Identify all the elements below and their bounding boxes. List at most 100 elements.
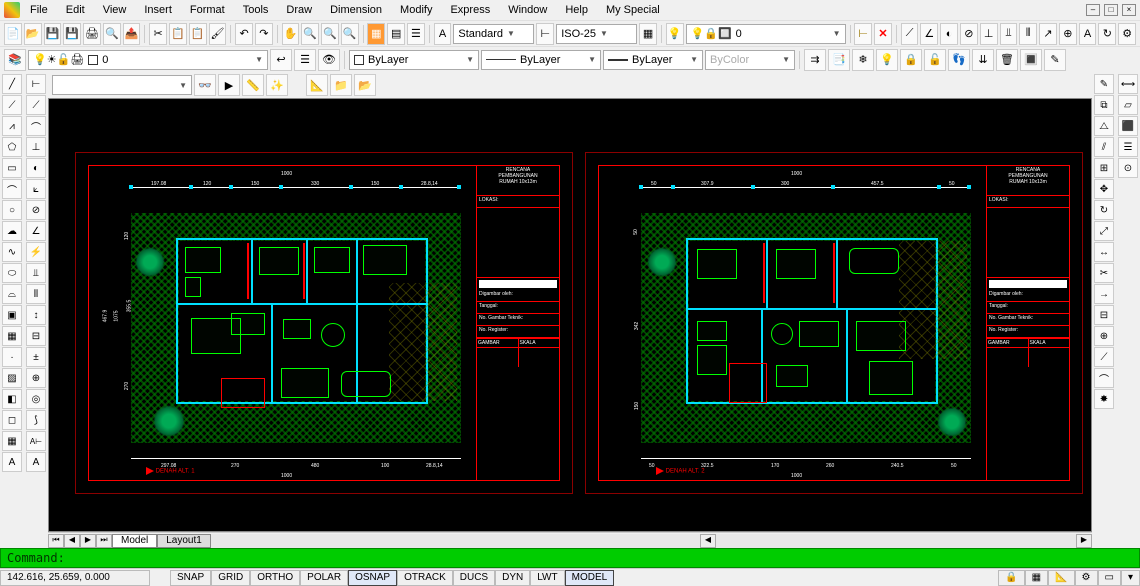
- chevron-down-icon[interactable]: ▼: [255, 55, 263, 64]
- dim-center-button[interactable]: ⊕: [1059, 23, 1077, 45]
- dim-lin-v-button[interactable]: ⊢: [26, 74, 46, 94]
- dim-tedit-v-button[interactable]: A: [26, 452, 46, 472]
- copy-obj-button[interactable]: ⧉: [1094, 95, 1114, 115]
- menu-dimension[interactable]: Dimension: [322, 2, 390, 18]
- layer-manager-button[interactable]: 📚: [4, 49, 26, 71]
- chevron-down-icon[interactable]: ▼: [833, 29, 841, 38]
- status-tray-menu[interactable]: ▾: [1121, 570, 1140, 586]
- mirror-button[interactable]: ⧍: [1094, 116, 1114, 136]
- saveall-button[interactable]: 💾: [63, 23, 81, 45]
- xref-button[interactable]: ▤: [387, 23, 405, 45]
- offset-button[interactable]: ⫽: [1094, 137, 1114, 157]
- dim-space-v-button[interactable]: ↕: [26, 305, 46, 325]
- dyn-toggle[interactable]: DYN: [495, 570, 530, 586]
- rotate-button[interactable]: ↻: [1094, 200, 1114, 220]
- menu-modify[interactable]: Modify: [392, 2, 440, 18]
- table-style-button[interactable]: ▦: [639, 23, 657, 45]
- undo-button[interactable]: ↶: [235, 23, 253, 45]
- mtext-button[interactable]: A: [2, 452, 22, 472]
- break-button[interactable]: ⊟: [1094, 305, 1114, 325]
- menu-help[interactable]: Help: [557, 2, 596, 18]
- move-button[interactable]: ✥: [1094, 179, 1114, 199]
- dimstyle-icon[interactable]: ⊢: [536, 23, 554, 45]
- textstyle-icon[interactable]: A: [434, 23, 452, 45]
- dim-angular-button[interactable]: ∠: [920, 23, 938, 45]
- jogged-lin-v-button[interactable]: ⟆: [26, 410, 46, 430]
- tab-model[interactable]: Model: [112, 534, 157, 548]
- tab-first-button[interactable]: ⏮: [48, 534, 64, 548]
- dim-qck-v-button[interactable]: ⚡: [26, 242, 46, 262]
- ellipse-arc-button[interactable]: ⌓: [2, 284, 22, 304]
- table-button[interactable]: ▦: [2, 431, 22, 451]
- dim-ang-v-button[interactable]: ∠: [26, 221, 46, 241]
- chevron-down-icon[interactable]: ▼: [690, 55, 698, 64]
- menu-tools[interactable]: Tools: [235, 2, 277, 18]
- dim-jog-v-button[interactable]: ⟀: [26, 179, 46, 199]
- otrack-toggle[interactable]: OTRACK: [397, 570, 453, 586]
- zoom-prev-button[interactable]: 🔍: [341, 23, 359, 45]
- close-button[interactable]: ×: [1122, 4, 1136, 16]
- highlight-icon[interactable]: ✨: [266, 74, 288, 96]
- dim-continue-button[interactable]: ⫴: [1019, 23, 1037, 45]
- redo-button[interactable]: ↷: [255, 23, 273, 45]
- status-tray-2[interactable]: ▦: [1025, 570, 1048, 586]
- layerstate-combo[interactable]: 💡🔒🔲 0▼: [686, 24, 846, 44]
- rectangle-button[interactable]: ▭: [2, 158, 22, 178]
- status-tray-3[interactable]: 📐: [1048, 570, 1074, 586]
- plotstyle-combo[interactable]: ByColor▼: [705, 50, 795, 70]
- scale-button[interactable]: ⤢: [1094, 221, 1114, 241]
- layer-misc-button[interactable]: ✎: [1044, 49, 1066, 71]
- dim-ali-v-button[interactable]: ⟋: [26, 95, 46, 115]
- dim-override-button[interactable]: ⚙: [1118, 23, 1136, 45]
- join-button[interactable]: ⊕: [1094, 326, 1114, 346]
- lineweight-combo[interactable]: ByLayer▼: [603, 50, 703, 70]
- chevron-down-icon[interactable]: ▼: [466, 55, 474, 64]
- distance-button[interactable]: ⟷: [1118, 74, 1138, 94]
- layer-delete-button[interactable]: 🗑: [996, 49, 1018, 71]
- chevron-down-icon[interactable]: ▼: [179, 81, 187, 90]
- publish-button[interactable]: 📤: [123, 23, 141, 45]
- dim-diameter-button[interactable]: ⊘: [960, 23, 978, 45]
- copy-button[interactable]: 📋: [169, 23, 187, 45]
- layer-iso-button[interactable]: 👁: [318, 49, 340, 71]
- revcloud-button[interactable]: ☁: [2, 221, 22, 241]
- tab-next-button[interactable]: ▶: [80, 534, 96, 548]
- area-button[interactable]: ▱: [1118, 95, 1138, 115]
- layer-combo[interactable]: 💡☀🔓🖨0▼: [28, 50, 268, 70]
- zoom-window-button[interactable]: 🔍: [321, 23, 339, 45]
- menu-insert[interactable]: Insert: [136, 2, 180, 18]
- snap-toggle[interactable]: SNAP: [170, 570, 211, 586]
- chevron-down-icon[interactable]: ▼: [782, 55, 790, 64]
- hscroll-track[interactable]: [211, 534, 700, 548]
- layer-off-button[interactable]: 💡: [876, 49, 898, 71]
- menu-express[interactable]: Express: [442, 2, 498, 18]
- layer-unlock-button[interactable]: 🔓: [924, 49, 946, 71]
- dim-edit-button[interactable]: A: [1079, 23, 1097, 45]
- properties-button[interactable]: ☰: [407, 23, 425, 45]
- line-button[interactable]: ╱: [2, 74, 22, 94]
- dim-edit-v-button[interactable]: A⊢: [26, 431, 46, 451]
- dim-dia-v-button[interactable]: ⊘: [26, 200, 46, 220]
- misc2-icon[interactable]: 📁: [330, 74, 352, 96]
- find-next-button[interactable]: ▶: [218, 74, 240, 96]
- fillet-button[interactable]: ⌒: [1094, 368, 1114, 388]
- dim-ordinate-button[interactable]: ⊥: [980, 23, 998, 45]
- save-button[interactable]: 💾: [44, 23, 62, 45]
- status-tray-5[interactable]: ▭: [1098, 570, 1121, 586]
- extend-button[interactable]: →: [1094, 284, 1114, 304]
- make-block-button[interactable]: ▦: [2, 326, 22, 346]
- arc-button[interactable]: ⌒: [2, 179, 22, 199]
- region-mass-button[interactable]: ⬛: [1118, 116, 1138, 136]
- ducs-toggle[interactable]: DUCS: [453, 570, 495, 586]
- layer-states-button[interactable]: ☰: [294, 49, 316, 71]
- explode-button[interactable]: ✸: [1094, 389, 1114, 409]
- layer-match-button[interactable]: 📑: [828, 49, 850, 71]
- hscroll-left-button[interactable]: ◀: [700, 534, 716, 548]
- dim-break-v-button[interactable]: ⊟: [26, 326, 46, 346]
- menu-window[interactable]: Window: [500, 2, 555, 18]
- insert-block-button[interactable]: ▣: [2, 305, 22, 325]
- dimstyle-combo[interactable]: ISO-25▼: [556, 24, 637, 44]
- status-tray-4[interactable]: ⚙: [1075, 570, 1098, 586]
- lwt-toggle[interactable]: LWT: [530, 570, 564, 586]
- layerstate-icon[interactable]: 💡: [666, 23, 684, 45]
